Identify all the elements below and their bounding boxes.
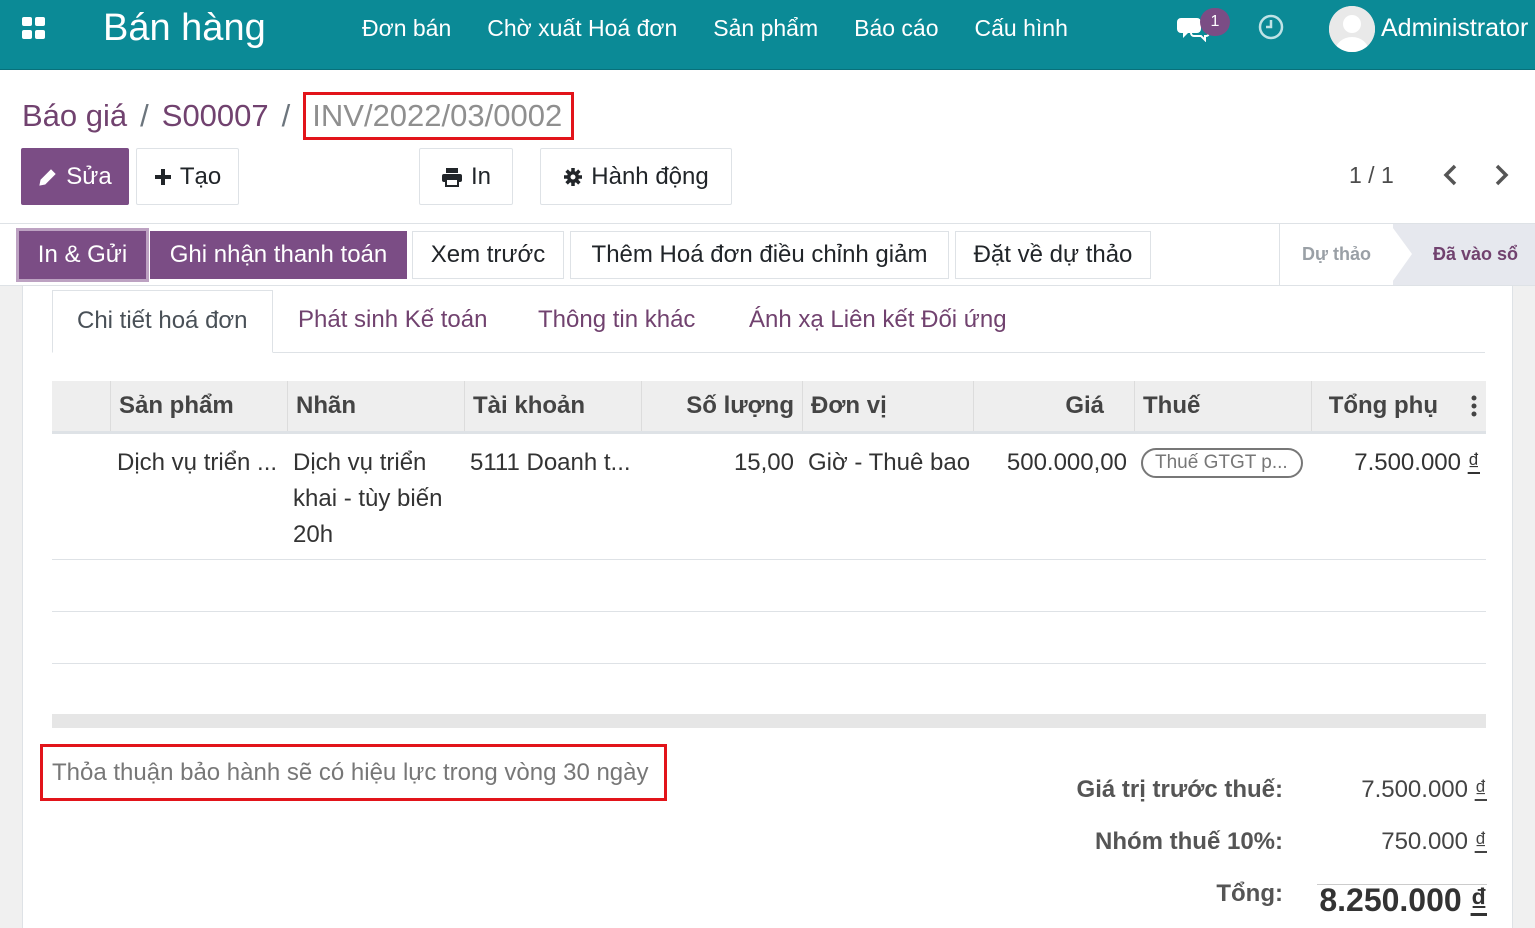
column-header-taxes[interactable]: Thuế	[1134, 381, 1311, 431]
reset-to-draft-button[interactable]: Đặt về dự thảo	[955, 231, 1151, 279]
optional-columns-icon[interactable]	[1471, 394, 1477, 418]
tab-invoice-lines[interactable]: Chi tiết hoá đơn	[52, 290, 273, 353]
printer-icon	[441, 167, 463, 187]
menu-item-orders[interactable]: Đơn bán	[362, 15, 451, 42]
edit-button-label: Sửa	[66, 162, 112, 190]
app-name[interactable]: Bán hàng	[103, 7, 266, 50]
column-header-label[interactable]: Nhãn	[287, 381, 464, 431]
apps-menu-icon[interactable]	[22, 17, 46, 39]
tax-amount-number: 750.000	[1381, 828, 1468, 855]
breadcrumb-sale-order[interactable]: S00007	[162, 98, 269, 134]
print-button-label: In	[470, 162, 491, 190]
control-panel: Báo giá / S00007 / INV/2022/03/0002 Sửa …	[0, 70, 1535, 224]
send-and-print-button[interactable]: In & Gửi	[16, 228, 149, 282]
terms-and-conditions-note[interactable]: Thỏa thuận bảo hành sẽ có hiệu lực trong…	[40, 744, 667, 801]
total-value: 8.250.000 ₫	[1319, 882, 1487, 919]
stage-indicator: Đã vào sổ Dự thảo	[1279, 224, 1535, 285]
stage-draft: Dự thảo	[1280, 224, 1393, 285]
pager-value[interactable]: 1 / 1	[1349, 162, 1394, 189]
table-footer	[52, 714, 1486, 728]
create-button[interactable]: Tạo	[136, 148, 239, 205]
breadcrumb-separator: /	[281, 98, 291, 133]
tab-journal-items[interactable]: Phát sinh Kế toán	[298, 290, 487, 353]
cell-subtotal[interactable]: 7.500.000 ₫	[1314, 445, 1480, 481]
total-label: Tổng:	[1216, 880, 1283, 907]
chevron-left-icon[interactable]	[1437, 160, 1465, 190]
user-name[interactable]: Administrator	[1381, 14, 1528, 43]
cell-subtotal-value: 7.500.000	[1354, 449, 1461, 476]
tab-other-info[interactable]: Thông tin khác	[538, 290, 695, 353]
register-payment-button[interactable]: Ghi nhận thanh toán	[150, 231, 407, 279]
main-menu: Đơn bán Chờ xuất Hoá đơn Sản phẩm Báo cá…	[362, 15, 1104, 42]
empty-row	[52, 560, 1486, 612]
menu-item-to-invoice[interactable]: Chờ xuất Hoá đơn	[487, 15, 677, 42]
form-sheet: Chi tiết hoá đơn Phát sinh Kế toán Thông…	[22, 286, 1513, 928]
currency-symbol: ₫	[1467, 449, 1480, 476]
top-navbar: Bán hàng Đơn bán Chờ xuất Hoá đơn Sản ph…	[0, 0, 1535, 70]
chevron-right-icon[interactable]	[1487, 160, 1515, 190]
currency-symbol: ₫	[1470, 882, 1487, 918]
column-header-uom[interactable]: Đơn vị	[802, 381, 973, 431]
untaxed-amount-value: 7.500.000 ₫	[1361, 776, 1487, 804]
gear-icon	[563, 167, 583, 187]
cell-quantity[interactable]: 15,00	[644, 445, 794, 481]
column-header-account[interactable]: Tài khoản	[464, 381, 641, 431]
table-header: Sản phẩm Nhãn Tài khoản Số lượng Đơn vị …	[52, 381, 1486, 434]
handle-column-header	[52, 381, 110, 431]
cell-product[interactable]: Dịch vụ triển ...	[117, 445, 287, 481]
empty-row	[52, 612, 1486, 664]
preview-button[interactable]: Xem trước	[412, 231, 564, 279]
column-header-product[interactable]: Sản phẩm	[110, 381, 287, 431]
plus-icon	[154, 168, 172, 186]
breadcrumb-separator: /	[140, 98, 149, 133]
create-button-label: Tạo	[179, 162, 222, 190]
column-header-price[interactable]: Giá	[973, 381, 1134, 431]
cell-account[interactable]: 5111 Doanh t...	[470, 445, 640, 481]
breadcrumb-current-invoice: INV/2022/03/0002	[303, 92, 575, 140]
action-button-label: Hành động	[591, 162, 709, 190]
empty-row	[52, 664, 1486, 716]
currency-symbol: ₫	[1474, 828, 1487, 855]
activity-clock-icon[interactable]	[1257, 13, 1285, 41]
cell-uom[interactable]: Giờ - Thuê bao	[808, 445, 978, 481]
breadcrumb: Báo giá / S00007 / INV/2022/03/0002	[22, 92, 575, 140]
cell-label[interactable]: Dịch vụ triển khai - tùy biến 20h	[293, 445, 458, 553]
column-header-subtotal[interactable]: Tổng phụ	[1311, 381, 1486, 431]
tax-tag[interactable]: Thuế GTGT p...	[1141, 448, 1303, 478]
cell-price[interactable]: 500.000,00	[979, 445, 1127, 481]
column-header-quantity[interactable]: Số lượng	[641, 381, 802, 431]
menu-item-products[interactable]: Sản phẩm	[713, 15, 818, 42]
table-row[interactable]: Dịch vụ triển ... Dịch vụ triển khai - t…	[52, 434, 1486, 560]
print-button[interactable]: In	[419, 148, 513, 205]
tax-group-label: Nhóm thuế 10%:	[1094, 828, 1283, 855]
status-bar: In & Gửi Ghi nhận thanh toán Xem trước T…	[0, 224, 1535, 286]
breadcrumb-quotations[interactable]: Báo giá	[22, 98, 127, 134]
tax-group-value: 750.000 ₫	[1381, 828, 1487, 856]
untaxed-amount-label: Giá trị trước thuế:	[1076, 776, 1283, 803]
currency-symbol: ₫	[1474, 776, 1487, 803]
notebook-tabs: Chi tiết hoá đơn Phát sinh Kế toán Thông…	[52, 290, 1485, 353]
pencil-icon	[38, 167, 58, 187]
menu-item-reporting[interactable]: Báo cáo	[854, 15, 938, 42]
user-avatar[interactable]	[1329, 6, 1375, 52]
menu-item-configuration[interactable]: Cấu hình	[975, 15, 1068, 42]
untaxed-amount-number: 7.500.000	[1361, 776, 1468, 803]
edit-button[interactable]: Sửa	[21, 148, 129, 205]
messages-count-badge: 1	[1200, 8, 1230, 36]
action-button[interactable]: Hành động	[540, 148, 732, 205]
add-credit-note-button[interactable]: Thêm Hoá đơn điều chỉnh giảm	[570, 231, 949, 279]
tab-counterpart-mapping[interactable]: Ánh xạ Liên kết Đối ứng	[749, 290, 1007, 353]
total-amount-number: 8.250.000	[1319, 882, 1462, 918]
stage-arrow	[1390, 224, 1412, 285]
